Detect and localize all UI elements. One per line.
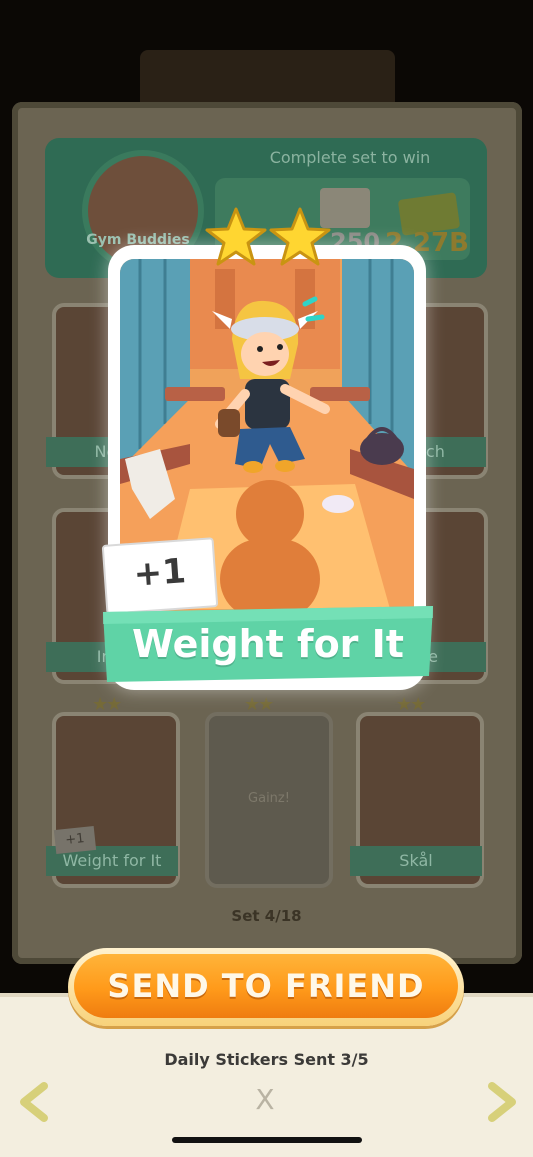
sticker-plus-tag: +1 bbox=[101, 537, 219, 615]
album-card[interactable]: Weight for It bbox=[46, 712, 180, 888]
next-sticker-button[interactable] bbox=[482, 1080, 522, 1124]
set-progress-label: Set 4/18 bbox=[231, 907, 302, 925]
sticker-plus-tag-text: +1 bbox=[132, 551, 188, 595]
previous-sticker-button[interactable] bbox=[14, 1080, 54, 1124]
album-card[interactable]: Skål bbox=[350, 712, 484, 888]
rarity-stars-icon bbox=[205, 207, 331, 266]
album-card-plus-tag: +1 bbox=[53, 825, 97, 855]
send-to-friend-label: SEND TO FRIEND bbox=[74, 954, 458, 1018]
chevron-left-icon bbox=[20, 1082, 48, 1122]
close-button[interactable]: X bbox=[250, 1085, 280, 1115]
daily-stickers-sent-label: Daily Stickers Sent 3/5 bbox=[164, 1050, 369, 1069]
album-title-bar bbox=[140, 50, 395, 110]
album-card-label: Gainz! bbox=[248, 791, 290, 806]
sticker-name: Weight for It bbox=[132, 622, 404, 666]
home-indicator[interactable] bbox=[172, 1137, 362, 1143]
complete-set-label: Complete set to win bbox=[269, 148, 431, 167]
chevron-right-icon bbox=[488, 1082, 516, 1122]
album-card-missing[interactable]: Gainz! bbox=[205, 712, 333, 888]
album-card-label: Skål bbox=[350, 846, 482, 876]
send-to-friend-button[interactable]: SEND TO FRIEND bbox=[68, 948, 464, 1026]
